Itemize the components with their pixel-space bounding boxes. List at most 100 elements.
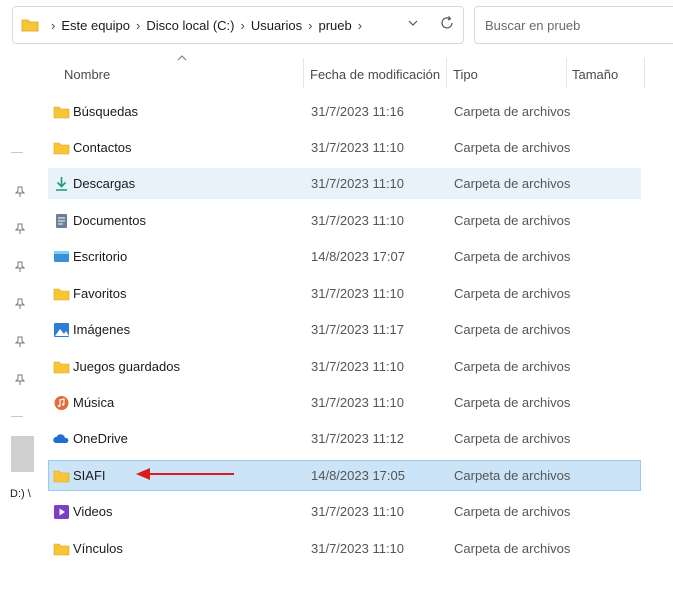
column-header-date[interactable]: Fecha de modificación xyxy=(310,60,440,88)
file-type: Carpeta de archivos xyxy=(454,431,571,446)
chevron-down-icon[interactable] xyxy=(407,17,419,29)
file-row-busquedas[interactable]: Búsquedas 31/7/2023 11:16 Carpeta de arc… xyxy=(48,96,641,127)
annotation-arrow-icon xyxy=(136,468,234,480)
file-row-videos[interactable]: Videos 31/7/2023 11:10 Carpeta de archiv… xyxy=(48,496,641,527)
file-date: 14/8/2023 17:07 xyxy=(311,249,405,264)
file-row-favoritos[interactable]: Favoritos 31/7/2023 11:10 Carpeta de arc… xyxy=(48,278,641,309)
file-date: 14/8/2023 17:05 xyxy=(311,468,405,483)
file-type: Carpeta de archivos xyxy=(454,140,571,155)
file-row-juegos-guardados[interactable]: Juegos guardados 31/7/2023 11:10 Carpeta… xyxy=(48,351,641,382)
folder-icon xyxy=(53,543,70,556)
breadcrumb-prueb[interactable]: prueb xyxy=(318,18,351,33)
file-date: 31/7/2023 11:10 xyxy=(311,140,405,155)
nav-divider xyxy=(11,416,23,417)
file-name: Descargas xyxy=(73,176,136,191)
file-type: Carpeta de archivos xyxy=(454,249,571,264)
column-divider[interactable] xyxy=(446,58,447,88)
file-date: 31/7/2023 11:10 xyxy=(311,213,405,228)
pin-icon[interactable] xyxy=(15,298,25,310)
file-row-musica[interactable]: Música 31/7/2023 11:10 Carpeta de archiv… xyxy=(48,387,641,418)
file-name: Juegos guardados xyxy=(73,359,180,374)
file-row-contactos[interactable]: Contactos 31/7/2023 11:10 Carpeta de arc… xyxy=(48,132,641,163)
file-row-imagenes[interactable]: Imágenes 31/7/2023 11:17 Carpeta de arch… xyxy=(48,314,641,345)
download-icon xyxy=(56,177,67,191)
file-type: Carpeta de archivos xyxy=(454,468,571,483)
breadcrumb-separator[interactable]: › xyxy=(358,18,362,33)
pin-icon[interactable] xyxy=(15,261,25,273)
folder-icon xyxy=(53,142,70,155)
breadcrumb-disco-local[interactable]: Disco local (C:) xyxy=(146,18,234,33)
file-date: 31/7/2023 11:12 xyxy=(311,431,405,446)
file-name: Documentos xyxy=(73,213,146,228)
breadcrumb-separator[interactable]: › xyxy=(136,18,140,33)
file-row-documentos[interactable]: Documentos 31/7/2023 11:10 Carpeta de ar… xyxy=(48,205,641,236)
pictures-icon xyxy=(54,323,69,337)
nav-selected-item[interactable] xyxy=(11,436,34,472)
file-name: SIAFI xyxy=(73,468,106,483)
file-name: Vínculos xyxy=(73,541,123,556)
file-type: Carpeta de archivos xyxy=(454,504,571,519)
breadcrumb-este-equipo[interactable]: Este equipo xyxy=(61,18,130,33)
file-name: Imágenes xyxy=(73,322,131,337)
file-explorer-window: › Este equipo › Disco local (C:) › Usuar… xyxy=(0,0,673,600)
sort-ascending-icon xyxy=(177,55,187,61)
file-type: Carpeta de archivos xyxy=(454,322,571,337)
column-divider[interactable] xyxy=(644,58,645,88)
breadcrumb-separator[interactable]: › xyxy=(240,18,244,33)
folder-icon xyxy=(53,470,70,483)
file-type: Carpeta de archivos xyxy=(454,541,571,556)
file-name: Videos xyxy=(73,504,113,519)
breadcrumb-separator: › xyxy=(51,17,56,33)
file-name: Escritorio xyxy=(73,249,128,264)
file-type: Carpeta de archivos xyxy=(454,359,571,374)
breadcrumb-usuarios[interactable]: Usuarios xyxy=(251,18,302,33)
pin-icon[interactable] xyxy=(15,336,25,348)
file-row-escritorio[interactable]: Escritorio 14/8/2023 17:07 Carpeta de ar… xyxy=(48,241,641,272)
folder-icon xyxy=(53,106,70,119)
file-name: Contactos xyxy=(73,140,132,155)
column-divider[interactable] xyxy=(303,58,304,88)
pin-icon[interactable] xyxy=(15,223,25,235)
search-input[interactable]: Buscar en prueb xyxy=(474,6,673,44)
search-placeholder: Buscar en prueb xyxy=(485,17,581,33)
file-date: 31/7/2023 11:10 xyxy=(311,286,405,301)
file-type: Carpeta de archivos xyxy=(454,213,571,228)
file-name: Favoritos xyxy=(73,286,127,301)
breadcrumb-separator[interactable]: › xyxy=(308,18,312,33)
file-name: Búsquedas xyxy=(73,104,139,119)
file-row-onedrive[interactable]: OneDrive 31/7/2023 11:12 Carpeta de arch… xyxy=(48,423,641,454)
nav-divider xyxy=(11,152,23,153)
file-name: OneDrive xyxy=(73,431,128,446)
file-type: Carpeta de archivos xyxy=(454,395,571,410)
file-date: 31/7/2023 11:16 xyxy=(311,104,405,119)
pin-icon[interactable] xyxy=(15,186,25,198)
pin-icon[interactable] xyxy=(15,374,25,386)
file-type: Carpeta de archivos xyxy=(454,286,571,301)
column-header-type[interactable]: Tipo xyxy=(453,60,478,88)
file-date: 31/7/2023 11:10 xyxy=(311,504,405,519)
document-icon xyxy=(56,214,67,228)
file-date: 31/7/2023 11:17 xyxy=(311,322,405,337)
navigation-pane xyxy=(0,50,34,600)
file-name: Música xyxy=(73,395,115,410)
column-divider[interactable] xyxy=(566,58,567,88)
onedrive-icon xyxy=(53,434,69,443)
refresh-icon[interactable] xyxy=(438,14,456,32)
file-type: Carpeta de archivos xyxy=(454,176,571,191)
file-date: 31/7/2023 11:10 xyxy=(311,176,405,191)
column-header-name[interactable]: Nombre xyxy=(64,60,110,88)
file-type: Carpeta de archivos xyxy=(454,104,571,119)
videos-icon xyxy=(54,505,69,519)
file-row-vinculos[interactable]: Vínculos 31/7/2023 11:10 Carpeta de arch… xyxy=(48,533,641,564)
desktop-icon xyxy=(54,251,69,262)
folder-icon xyxy=(21,19,39,32)
file-date: 31/7/2023 11:10 xyxy=(311,359,405,374)
nav-drive-label[interactable]: D:) \ xyxy=(10,488,31,500)
address-bar[interactable]: › Este equipo › Disco local (C:) › Usuar… xyxy=(12,6,464,44)
file-date: 31/7/2023 11:10 xyxy=(311,541,405,556)
column-header-size[interactable]: Tamaño xyxy=(572,60,618,88)
folder-icon xyxy=(53,361,70,374)
folder-icon xyxy=(53,288,70,301)
music-icon xyxy=(54,396,69,410)
file-row-descargas[interactable]: Descargas 31/7/2023 11:10 Carpeta de arc… xyxy=(48,168,641,199)
